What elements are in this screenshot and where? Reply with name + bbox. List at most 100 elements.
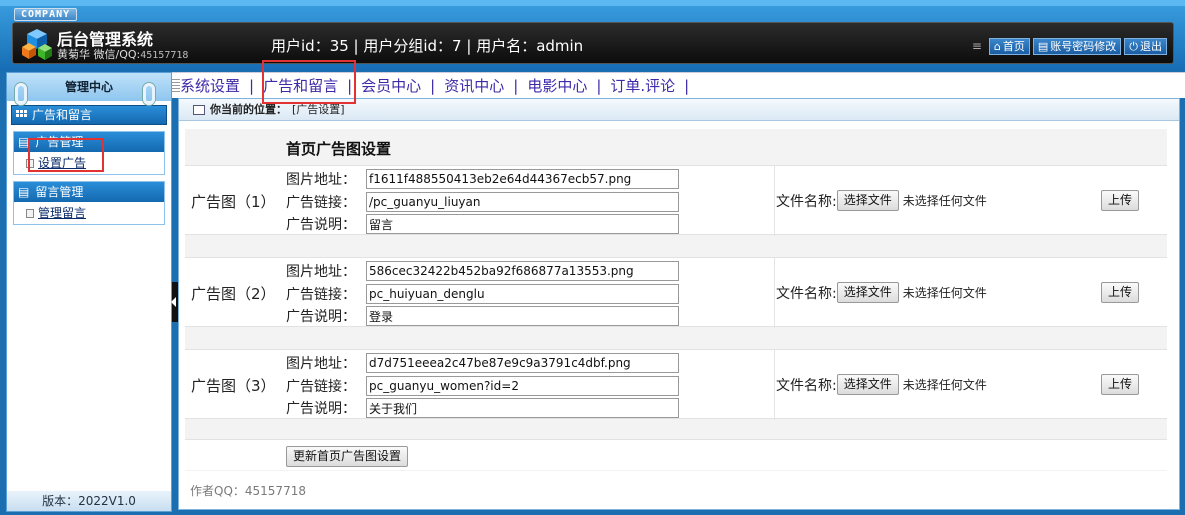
upload-button[interactable]: 上传 <box>1101 190 1140 211</box>
image-field-label: 图片地址： <box>286 264 356 280</box>
nav-item-ads[interactable]: 广告和留言 <box>254 75 347 96</box>
choose-file-button[interactable]: 选择文件 <box>836 374 899 395</box>
image-field-row: 图片地址： <box>286 169 679 189</box>
image-url-input[interactable] <box>366 169 679 189</box>
sidebar-group-header[interactable]: ▤ 留言管理 <box>14 182 164 202</box>
home-button[interactable]: ⌂ 首页 <box>988 37 1030 55</box>
logout-label: 退出 <box>1140 39 1162 53</box>
no-file-text: 未选择任何文件 <box>902 378 987 392</box>
desc-field-label: 广告说明： <box>286 309 356 325</box>
image-url-input[interactable] <box>366 261 679 281</box>
version-label: 版本：2022V1.0 <box>7 491 171 511</box>
file-picker: 文件名称: 选择文件 未选择任何文件 <box>776 282 987 303</box>
file-name-label: 文件名称: <box>776 193 837 210</box>
upload-button[interactable]: 上传 <box>1101 374 1140 395</box>
file-name-label: 文件名称: <box>776 377 837 394</box>
logout-button[interactable]: ⏻ 退出 <box>1124 37 1167 55</box>
link-field-row: 广告链接： <box>286 284 679 304</box>
link-field-row: 广告链接： <box>286 192 679 212</box>
file-picker: 文件名称: 选择文件 未选择任何文件 <box>776 190 987 211</box>
update-ads-button[interactable]: 更新首页广告图设置 <box>286 446 409 467</box>
toolbar-grip-icon: ≡ <box>971 39 982 53</box>
sidebar-group-messages: ▤ 留言管理 管理留言 <box>13 181 165 225</box>
sidebar: 管理中心 广告和留言 ▤ 广告管理 设置广告 ▤ 留言管理 管理留言 版本：2022… <box>6 72 172 512</box>
desc-input[interactable] <box>366 398 679 418</box>
sidebar-group-title: 留言管理 <box>35 185 84 199</box>
link-field-label: 广告链接： <box>286 379 356 395</box>
header-top-strip <box>0 0 1185 6</box>
ad-settings-form: 首页广告图设置 广告图（1） 图片地址： 广告链接： 广告说明： 文件名称:选择… <box>185 129 1167 471</box>
desc-input[interactable] <box>366 214 679 234</box>
sidebar-heading-label: 管理中心 <box>64 80 113 94</box>
desc-input[interactable] <box>366 306 679 326</box>
breadcrumb: 你当前的位置： [广告设置] <box>179 99 1179 121</box>
image-field-label: 图片地址： <box>286 356 356 372</box>
link-input[interactable] <box>366 284 679 304</box>
link-field-label: 广告链接： <box>286 287 356 303</box>
sidebar-group-title: 广告管理 <box>35 135 84 149</box>
header-toolbar: ≡ ⌂ 首页 ▤ 账号密码修改 ⏻ 退出 <box>972 37 1167 55</box>
choose-file-button[interactable]: 选择文件 <box>836 282 899 303</box>
image-url-input[interactable] <box>366 353 679 373</box>
sidebar-category[interactable]: 广告和留言 <box>11 105 167 125</box>
document-icon <box>26 158 34 168</box>
sidebar-item-set-ads[interactable]: 设置广告 <box>14 152 164 174</box>
link-field-row: 广告链接： <box>286 376 679 396</box>
upload-button[interactable]: 上传 <box>1101 282 1140 303</box>
image-field-label: 图片地址： <box>286 172 356 188</box>
change-password-label: 账号密码修改 <box>1050 39 1117 53</box>
header-bar: 后台管理系统 黄菊华 微信/QQ:45157718 用户id：35 | 用户分组… <box>12 22 1174 64</box>
nav-separator: | <box>684 76 690 95</box>
submit-row: 更新首页广告图设置 <box>185 439 1167 470</box>
column-divider <box>774 166 775 236</box>
nav-item-movies[interactable]: 电影中心 <box>518 75 596 96</box>
binder-ring-icon <box>15 83 27 105</box>
system-subtitle: 黄菊华 微信/QQ:45157718 <box>57 46 188 62</box>
app-header: COMPANY 后台管理系统 黄菊华 微信/QQ:45157718 用户id：3… <box>0 0 1185 70</box>
no-file-text: 未选择任何文件 <box>902 194 987 208</box>
desc-field-label: 广告说明： <box>286 401 356 417</box>
sidebar-group-ads: ▤ 广告管理 设置广告 <box>13 131 165 175</box>
column-divider <box>774 350 775 420</box>
document-icon <box>26 208 34 218</box>
document-icon: ▤ <box>1037 39 1049 53</box>
sidebar-heading: 管理中心 <box>7 73 171 105</box>
file-name-label: 文件名称: <box>776 285 837 302</box>
choose-file-button[interactable]: 选择文件 <box>836 190 899 211</box>
desc-field-label: 广告说明： <box>286 217 356 233</box>
file-picker: 文件名称: 选择文件 未选择任何文件 <box>776 374 987 395</box>
link-input[interactable] <box>366 376 679 396</box>
ad-row-2: 广告图（2） 图片地址： 广告链接： 广告说明： 文件名称:选择文件未选择任何文… <box>185 257 1167 328</box>
binder-ring-icon <box>143 83 155 105</box>
change-password-button[interactable]: ▤ 账号密码修改 <box>1032 37 1122 55</box>
company-badge: COMPANY <box>14 8 78 21</box>
sidebar-item-link[interactable]: 设置广告 <box>38 152 86 174</box>
desc-field-row: 广告说明： <box>286 214 679 234</box>
ad-row-label: 广告图（2） <box>191 285 276 303</box>
author-credit: 作者QQ：45157718 <box>190 484 306 498</box>
nav-item-system[interactable]: 系统设置 <box>180 75 249 96</box>
sidebar-category-label: 广告和留言 <box>32 108 93 122</box>
breadcrumb-value: [广告设置] <box>292 102 345 116</box>
sidebar-item-manage-messages[interactable]: 管理留言 <box>14 202 164 224</box>
column-divider <box>774 258 775 328</box>
breadcrumb-label: 你当前的位置： <box>210 102 287 116</box>
nav-grip-icon <box>172 78 180 93</box>
sidebar-group-header[interactable]: ▤ 广告管理 <box>14 132 164 152</box>
sidebar-item-link[interactable]: 管理留言 <box>38 202 86 224</box>
home-button-label: 首页 <box>1002 39 1025 53</box>
subtitle-number: 45157718 <box>140 50 189 61</box>
ad-row-label: 广告图（1） <box>191 193 276 211</box>
nav-item-members[interactable]: 会员中心 <box>352 75 430 96</box>
grid-icon <box>16 110 27 117</box>
no-file-text: 未选择任何文件 <box>902 286 987 300</box>
nav-item-news[interactable]: 资讯中心 <box>435 75 513 96</box>
nav-item-orders[interactable]: 订单.评论 <box>601 75 684 96</box>
ad-row-3: 广告图（3） 图片地址： 广告链接： 广告说明： 文件名称:选择文件未选择任何文… <box>185 349 1167 420</box>
link-input[interactable] <box>366 192 679 212</box>
cubes-logo-icon <box>22 29 52 60</box>
home-icon: ⌂ <box>993 39 1001 53</box>
desc-field-row: 广告说明： <box>286 306 679 326</box>
list-icon: ▤ <box>18 185 30 199</box>
list-icon: ▤ <box>18 135 30 149</box>
